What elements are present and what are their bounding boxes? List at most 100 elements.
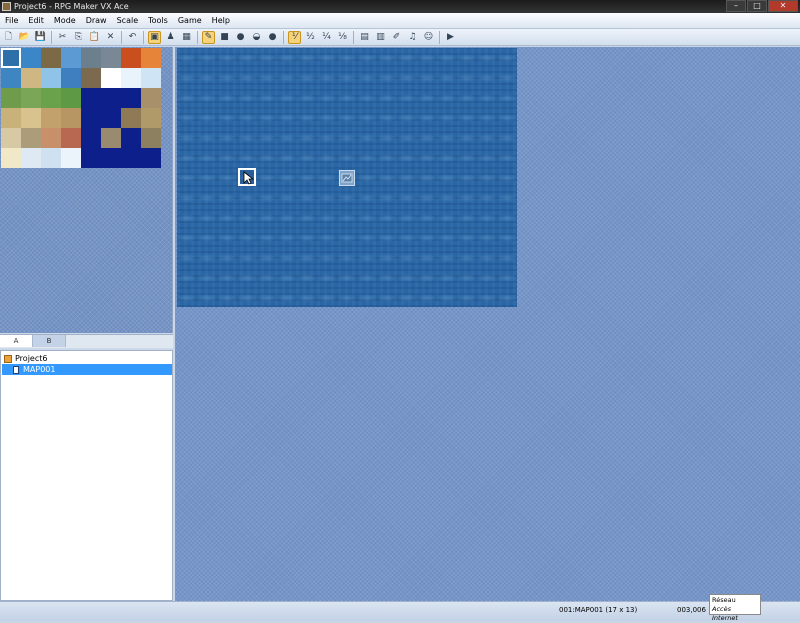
map-mode-icon[interactable]: ▣ [148, 30, 161, 44]
sound-test-icon[interactable]: ♫ [406, 31, 419, 44]
tileset-tile[interactable] [1, 148, 21, 168]
zoom-1-4-icon[interactable]: ¼ [320, 31, 333, 44]
tileset-tile[interactable] [1, 108, 21, 128]
tileset-tile[interactable] [21, 68, 41, 88]
tileset-tile[interactable] [81, 128, 101, 148]
tileset-tile[interactable] [121, 48, 141, 68]
menu-tools[interactable]: Tools [143, 14, 173, 28]
tileset-grid[interactable] [1, 48, 161, 168]
pencil-icon[interactable]: ✎ [202, 30, 215, 44]
tree-item-project[interactable]: Project6 [4, 353, 172, 364]
menu-draw[interactable]: Draw [81, 14, 112, 28]
zoom-1-8-icon[interactable]: ⅛ [336, 31, 349, 44]
tree-item-map001[interactable]: MAP001 [2, 364, 172, 375]
tileset-palette[interactable] [0, 47, 173, 333]
save-project-icon[interactable]: 💾 [34, 31, 47, 44]
tileset-tile[interactable] [141, 108, 161, 128]
copy-icon[interactable]: ⎘ [72, 31, 85, 44]
menu-scale[interactable]: Scale [112, 14, 144, 28]
tileset-tile[interactable] [121, 148, 141, 168]
cut-icon[interactable]: ✂ [56, 31, 69, 44]
open-project-icon[interactable]: 📂 [18, 31, 31, 44]
tileset-tile[interactable] [41, 108, 61, 128]
tab-b[interactable]: B [33, 335, 66, 347]
tileset-tile[interactable] [1, 128, 21, 148]
tileset-tile[interactable] [21, 128, 41, 148]
menu-bar: File Edit Mode Draw Scale Tools Game Hel… [0, 13, 800, 29]
rectangle-icon[interactable]: ■ [218, 31, 231, 44]
menu-help[interactable]: Help [207, 14, 235, 28]
tileset-tile[interactable] [81, 108, 101, 128]
tileset-tile[interactable] [61, 48, 81, 68]
tileset-tile[interactable] [141, 48, 161, 68]
tileset-tile[interactable] [81, 68, 101, 88]
tileset-tile[interactable] [101, 108, 121, 128]
tileset-tile[interactable] [101, 128, 121, 148]
menu-game[interactable]: Game [173, 14, 207, 28]
tileset-tile[interactable] [61, 88, 81, 108]
event-marker[interactable] [339, 170, 355, 186]
tileset-tile[interactable] [61, 128, 81, 148]
region-mode-icon[interactable]: ▦ [180, 31, 193, 44]
tileset-tile[interactable] [61, 148, 81, 168]
menu-mode[interactable]: Mode [49, 14, 81, 28]
paste-icon[interactable]: 📋 [88, 31, 101, 44]
toolbar-separator [283, 30, 284, 44]
tileset-tile[interactable] [121, 128, 141, 148]
close-button[interactable]: ✕ [768, 0, 798, 12]
map-canvas[interactable] [177, 48, 517, 307]
tileset-tile[interactable] [121, 88, 141, 108]
tileset-tile[interactable] [41, 68, 61, 88]
character-generator-icon[interactable]: ☺ [422, 31, 435, 44]
tileset-tile[interactable] [21, 48, 41, 68]
playtest-icon[interactable]: ▶ [444, 31, 457, 44]
tileset-tile[interactable] [141, 88, 161, 108]
database-icon[interactable]: ▤ [358, 31, 371, 44]
menu-edit[interactable]: Edit [23, 14, 49, 28]
tile-selection-box [1, 48, 21, 68]
new-project-icon[interactable]: 🗋 [2, 31, 15, 44]
tileset-tile[interactable] [41, 128, 61, 148]
fill-icon[interactable]: ◒ [250, 31, 263, 44]
ellipse-icon[interactable]: ● [234, 31, 247, 44]
tileset-tile[interactable] [21, 88, 41, 108]
tileset-tile[interactable] [101, 88, 121, 108]
tileset-tile[interactable] [41, 88, 61, 108]
tileset-tile[interactable] [141, 68, 161, 88]
tileset-tile[interactable] [1, 88, 21, 108]
tileset-tile[interactable] [101, 68, 121, 88]
tileset-tile[interactable] [41, 148, 61, 168]
maximize-button[interactable]: □ [747, 0, 767, 12]
map-view[interactable] [175, 47, 800, 601]
tileset-tile[interactable] [121, 68, 141, 88]
menu-file[interactable]: File [0, 14, 23, 28]
network-tooltip: Réseau Accès Internet [709, 594, 761, 622]
tileset-tile[interactable] [61, 108, 81, 128]
tileset-tile[interactable] [141, 128, 161, 148]
tileset-tile[interactable] [121, 108, 141, 128]
tileset-tile[interactable] [81, 48, 101, 68]
tileset-tile[interactable] [41, 48, 61, 68]
left-pane: A B Project6 MAP001 [0, 47, 174, 601]
event-mode-icon[interactable]: ♟ [164, 31, 177, 44]
delete-icon[interactable]: ✕ [104, 31, 117, 44]
shadow-pen-icon[interactable]: ● [266, 31, 279, 44]
undo-icon[interactable]: ↶ [126, 31, 139, 44]
tileset-tile[interactable] [1, 68, 21, 88]
tab-a[interactable]: A [0, 335, 33, 347]
tileset-tile[interactable] [81, 88, 101, 108]
zoom-1-2-icon[interactable]: ½ [304, 31, 317, 44]
status-map-info: 001:MAP001 (17 x 13) [559, 606, 638, 614]
script-editor-icon[interactable]: ✐ [390, 31, 403, 44]
resource-manager-icon[interactable]: ▥ [374, 31, 387, 44]
tileset-tile[interactable] [81, 148, 101, 168]
tileset-tile[interactable] [101, 48, 121, 68]
tileset-tile[interactable] [61, 68, 81, 88]
tileset-tile[interactable] [21, 148, 41, 168]
tileset-tile[interactable] [101, 148, 121, 168]
tileset-tile[interactable] [21, 108, 41, 128]
minimize-button[interactable]: – [726, 0, 746, 12]
map-tree: Project6 MAP001 [0, 350, 173, 601]
zoom-1-1-icon[interactable]: ⅟ [288, 30, 301, 44]
tileset-tile[interactable] [141, 148, 161, 168]
